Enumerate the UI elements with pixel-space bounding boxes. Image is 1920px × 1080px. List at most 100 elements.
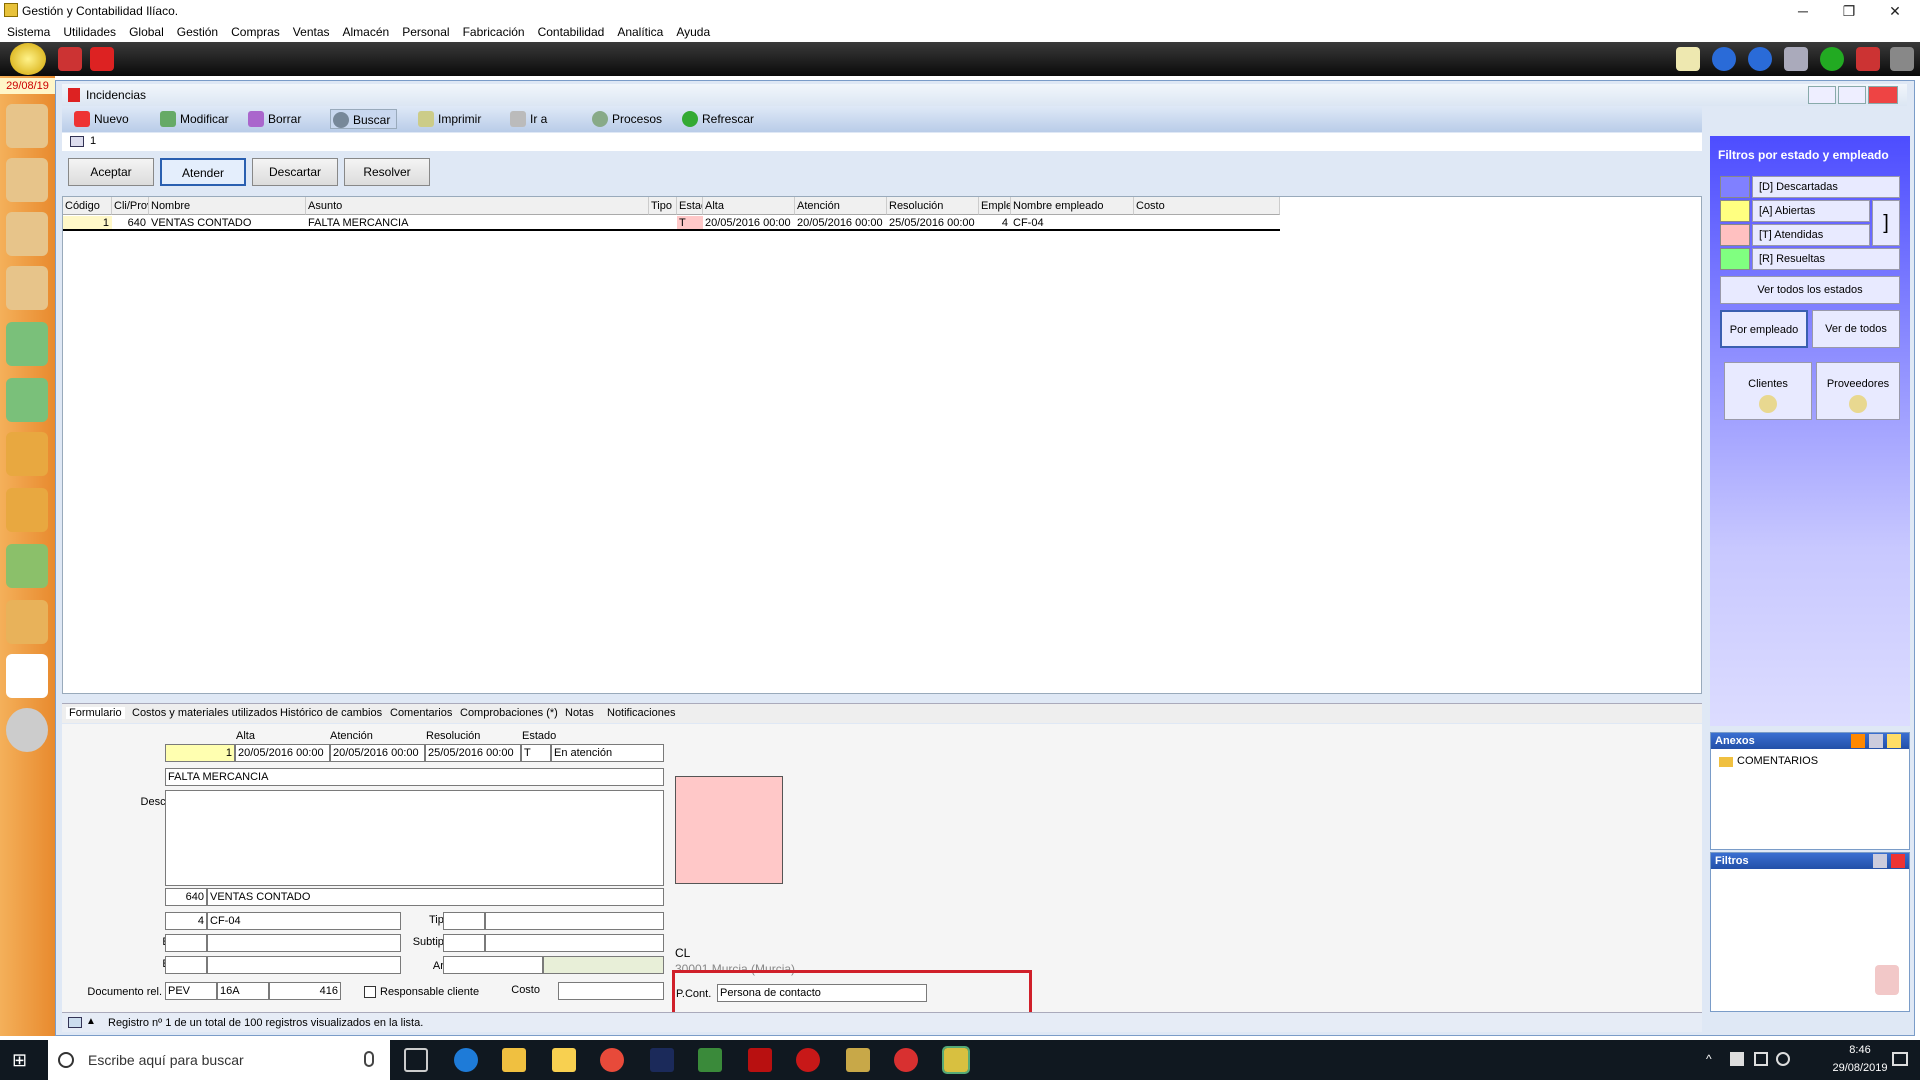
tab-costos[interactable]: Costos y materiales utilizados — [132, 707, 278, 719]
col-nombre[interactable]: Nombre — [149, 197, 306, 215]
back-arrow-icon[interactable] — [1712, 47, 1736, 71]
estado-text-field[interactable]: En atención — [551, 744, 664, 762]
cliente-code-field[interactable]: 640 — [165, 888, 207, 906]
menu-compras[interactable]: Compras — [224, 22, 286, 39]
subtipo-name-field[interactable] — [485, 934, 664, 952]
letter-f-icon[interactable] — [6, 378, 48, 422]
empleado-code-field[interactable]: 4 — [165, 912, 207, 930]
resueltas-filter[interactable]: [R] Resueltas — [1752, 248, 1900, 270]
users-icon[interactable] — [6, 104, 48, 148]
asunto-field[interactable]: FALTA MERCANCIA — [165, 768, 664, 786]
empleado2-code-field[interactable] — [165, 934, 207, 952]
tab-historico[interactable]: Histórico de cambios — [280, 707, 382, 719]
cell-tipo[interactable] — [649, 216, 677, 231]
document-list-icon[interactable] — [6, 654, 48, 698]
descripcion-textarea[interactable] — [165, 790, 664, 886]
add-icon[interactable] — [1851, 734, 1865, 748]
persona-contacto-field[interactable]: Persona de contacto — [717, 984, 927, 1002]
descartar-button[interactable]: Descartar — [252, 158, 338, 186]
ver-de-todos-button[interactable]: Ver de todos — [1812, 310, 1900, 348]
costo-field[interactable] — [558, 982, 664, 1000]
cell-atencion[interactable]: 20/05/2016 00:00 — [795, 216, 887, 231]
forward-arrow-icon[interactable] — [1748, 47, 1772, 71]
cell-codigo[interactable]: 1 — [63, 216, 112, 231]
subtipo-code-field[interactable] — [443, 934, 485, 952]
tab-notificaciones[interactable]: Notificaciones — [607, 707, 675, 719]
mail-icon[interactable] — [1676, 47, 1700, 71]
app-red-icon[interactable] — [894, 1048, 918, 1072]
user-icon[interactable] — [6, 158, 48, 202]
ver-todos-estados-button[interactable]: Ver todos los estados — [1720, 276, 1900, 304]
clock-time[interactable]: 8:46 — [1820, 1044, 1900, 1056]
cell-asunto[interactable]: FALTA MERCANCIA — [306, 216, 649, 231]
ira-button[interactable]: Ir a — [508, 109, 553, 129]
atender-button[interactable]: Atender — [160, 158, 246, 186]
tipo-name-field[interactable] — [485, 912, 664, 930]
filter-close-icon[interactable] — [1891, 854, 1905, 868]
logo-icon[interactable] — [10, 43, 46, 75]
proveedores-button[interactable]: Proveedores — [1816, 362, 1900, 420]
nuevo-button[interactable]: Nuevo — [72, 109, 135, 129]
menu-almacen[interactable]: Almacén — [336, 22, 396, 39]
cell-nombre-empleado[interactable]: CF-04 — [1011, 216, 1134, 231]
menu-gestion[interactable]: Gestión — [170, 22, 224, 39]
collapse-icon[interactable]: ▲ — [86, 1016, 100, 1029]
resolver-button[interactable]: Resolver — [344, 158, 430, 186]
art-name-field[interactable] — [543, 956, 664, 974]
col-estado[interactable]: Estado — [677, 197, 703, 215]
dropbox-icon[interactable] — [1730, 1052, 1744, 1066]
col-cliprov[interactable]: Cli/Prov — [112, 197, 149, 215]
col-atencion[interactable]: Atención — [795, 197, 887, 215]
close-window-icon[interactable] — [1856, 47, 1880, 71]
ilíaco-task-icon[interactable] — [942, 1046, 970, 1074]
imprimir-button[interactable]: Imprimir — [416, 109, 487, 129]
volume-icon[interactable] — [1776, 1052, 1790, 1066]
user-p-icon[interactable] — [6, 212, 48, 256]
borrar-button[interactable]: Borrar — [246, 109, 307, 129]
tools-small-icon[interactable] — [1869, 734, 1883, 748]
atencion-field[interactable]: 20/05/2016 00:00 — [330, 744, 425, 762]
responsable-checkbox[interactable] — [364, 986, 376, 998]
col-codigo[interactable]: Código — [63, 197, 112, 215]
menu-analitica[interactable]: Analítica — [610, 22, 669, 39]
notifications-icon[interactable] — [1892, 1052, 1908, 1066]
anexo-folder[interactable]: COMENTARIOS — [1737, 755, 1818, 767]
codigo-field[interactable]: 1 — [165, 744, 235, 762]
empleado-name-field[interactable]: CF-04 — [207, 912, 401, 930]
doc-type-field[interactable]: PEV — [165, 982, 217, 1000]
help-icon[interactable] — [1820, 47, 1844, 71]
close-button[interactable]: ✕ — [1872, 0, 1918, 22]
tools-icon[interactable] — [58, 47, 82, 71]
edge-icon[interactable] — [454, 1048, 478, 1072]
cell-nombre[interactable]: VENTAS CONTADO — [149, 216, 306, 231]
windows-start-icon[interactable]: ⊞ — [12, 1050, 32, 1070]
clientes-button[interactable]: Clientes — [1724, 362, 1812, 420]
child-close-button[interactable] — [1868, 86, 1898, 104]
exit-icon[interactable] — [1890, 47, 1914, 71]
menu-ayuda[interactable]: Ayuda — [669, 22, 716, 39]
user-a-icon[interactable] — [6, 266, 48, 310]
microphone-icon[interactable] — [364, 1051, 374, 1067]
empleado3-code-field[interactable] — [165, 956, 207, 974]
menu-ventas[interactable]: Ventas — [286, 22, 336, 39]
tab-notas[interactable]: Notas — [565, 707, 594, 719]
cell-estado[interactable]: T — [677, 216, 703, 231]
atendidas-filter[interactable]: [T] Atendidas — [1752, 224, 1870, 246]
cell-empleado[interactable]: 4 — [979, 216, 1011, 231]
app-gold-icon[interactable] — [846, 1048, 870, 1072]
filezilla-icon[interactable] — [748, 1048, 772, 1072]
empleado2-name-field[interactable] — [207, 934, 401, 952]
col-costo[interactable]: Costo — [1134, 197, 1280, 215]
notepad-icon[interactable] — [698, 1048, 722, 1072]
doc-series-field[interactable]: 16A — [217, 982, 269, 1000]
menu-sistema[interactable]: Sistema — [0, 22, 56, 39]
col-empleado[interactable]: Empleado — [979, 197, 1011, 215]
letter-a-icon[interactable] — [6, 322, 48, 366]
alta-field[interactable]: 20/05/2016 00:00 — [235, 744, 330, 762]
folder-add-icon[interactable] — [1887, 734, 1901, 748]
resolucion-field[interactable]: 25/05/2016 00:00 — [425, 744, 521, 762]
tab-formulario[interactable]: Formulario — [66, 707, 125, 719]
refrescar-button[interactable]: Refrescar — [680, 109, 760, 129]
child-minimize-button[interactable] — [1808, 86, 1836, 104]
cell-alta[interactable]: 20/05/2016 00:00 — [703, 216, 795, 231]
